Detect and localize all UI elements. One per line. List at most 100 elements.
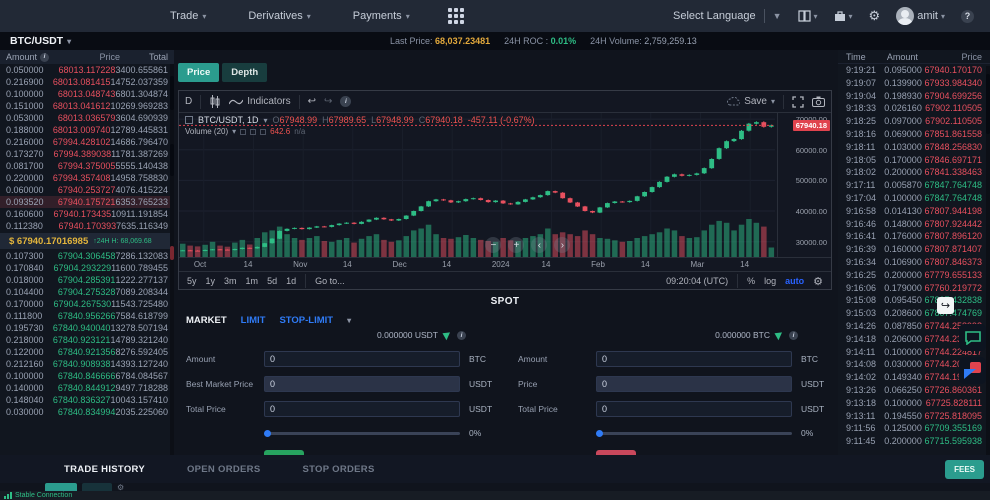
orderbook-row[interactable]: 0.11180067840.9562667584.618799 — [0, 310, 174, 322]
undo-icon[interactable]: ↩ — [308, 96, 316, 107]
support-chat-button[interactable] — [959, 324, 986, 351]
orderbook-row[interactable]: 0.05300068013.0365793604.690939 — [0, 112, 174, 124]
caret-down-icon[interactable]: ▾ — [232, 127, 236, 136]
legend-settings-icon[interactable] — [250, 129, 256, 135]
tab-stop-limit[interactable]: STOP-LIMIT — [279, 315, 333, 326]
zoom-out-button[interactable]: − — [485, 237, 501, 253]
range-1m[interactable]: 1m — [246, 276, 259, 286]
orderbook-row[interactable]: 0.03000067840.8349942035.225060 — [0, 406, 174, 418]
menu-payments[interactable]: Payments▾ — [353, 10, 410, 22]
orderbook-row[interactable]: 0.14000067840.8449129497.718288 — [0, 382, 174, 394]
chart-info-icon[interactable]: i — [340, 96, 351, 107]
legend-more-icon[interactable] — [260, 129, 266, 135]
orderbook-scrollbar[interactable] — [170, 64, 174, 455]
info-icon[interactable]: i — [457, 331, 466, 340]
trades-scrollbar[interactable] — [986, 66, 990, 455]
interval-button[interactable]: D — [185, 96, 192, 107]
user-menu[interactable]: amit ▾ — [896, 7, 945, 25]
orderbook-row[interactable]: 0.14804067840.83632710043.157410 — [0, 394, 174, 406]
range-1d[interactable]: 1d — [286, 276, 296, 286]
orderbook-row[interactable]: 0.12200067840.9213568276.592405 — [0, 346, 174, 358]
range-1y[interactable]: 1y — [206, 276, 216, 286]
tab-depth[interactable]: Depth — [222, 63, 267, 82]
wallet-menu[interactable]: ▾ — [834, 10, 853, 22]
amount-input[interactable] — [596, 351, 792, 367]
tab-market[interactable]: MARKET — [186, 315, 227, 326]
price-input[interactable] — [596, 376, 792, 392]
bottom-tab-2[interactable]: STOP ORDERS — [302, 464, 374, 475]
transfer-arrow-icon[interactable] — [442, 330, 452, 340]
total-price-input[interactable] — [596, 401, 792, 417]
tab-price[interactable]: Price — [178, 63, 219, 82]
orderbook-row[interactable]: 0.10000067840.8466666784.084567 — [0, 370, 174, 382]
bottom-tab-0[interactable]: TRADE HISTORY — [64, 464, 145, 475]
legend-eye-icon[interactable] — [240, 129, 246, 135]
orderbook-row[interactable]: 0.21600067994.42810214686.796470 — [0, 136, 174, 148]
amount-input[interactable] — [264, 351, 460, 367]
percent-slider[interactable] — [596, 432, 792, 435]
messenger-button[interactable] — [959, 357, 986, 384]
percent-scale-button[interactable]: % — [747, 276, 755, 286]
bottom-tab-1[interactable]: OPEN ORDERS — [187, 464, 261, 475]
orderbook-row[interactable]: 0.17327067994.38903811781.387269 — [0, 148, 174, 160]
fullscreen-icon[interactable] — [792, 96, 804, 108]
price-axis[interactable]: 70000.0060000.0050000.0040000.0030000.00 — [777, 113, 831, 257]
orderbook-row[interactable]: 0.11238067940.1703937635.116349 — [0, 220, 174, 232]
slider-handle[interactable] — [264, 430, 271, 437]
range-5d[interactable]: 5d — [267, 276, 277, 286]
order-type-caret-icon[interactable]: ▾ — [347, 316, 351, 325]
orderbook-row[interactable]: 0.22000067994.35740814958.758830 — [0, 172, 174, 184]
language-selector[interactable]: Select Language ▼ — [673, 9, 782, 23]
orderbook-row[interactable]: 0.15100068013.04161210269.969283 — [0, 100, 174, 112]
orderbook-row[interactable]: 0.17000067904.26753011543.725480 — [0, 298, 174, 310]
docs-menu[interactable]: ▾ — [798, 10, 818, 22]
percent-slider[interactable] — [264, 432, 460, 435]
help-icon[interactable]: ? — [961, 10, 974, 23]
orderbook-row[interactable]: 0.16060067940.17343510911.191854 — [0, 208, 174, 220]
orderbook-row[interactable]: 0.10730067904.3064587286.132083 — [0, 250, 174, 262]
zoom-in-button[interactable]: + — [508, 237, 524, 253]
redo-icon[interactable]: ↪ — [324, 96, 332, 107]
total-price-input[interactable] — [264, 401, 460, 417]
menu-derivatives[interactable]: Derivatives▾ — [248, 10, 310, 22]
indicators-button[interactable]: Indicators — [229, 96, 290, 107]
candle-style-icon[interactable] — [209, 95, 221, 108]
info-icon[interactable]: i — [40, 53, 49, 62]
orderbook-row[interactable]: 0.21216067840.90893814393.127240 — [0, 358, 174, 370]
range-3m[interactable]: 3m — [224, 276, 237, 286]
axis-settings-gear-icon[interactable]: ⚙ — [813, 275, 823, 288]
goto-button[interactable]: Go to... — [315, 276, 345, 286]
slider-handle[interactable] — [596, 430, 603, 437]
fees-button[interactable]: FEES — [945, 460, 984, 479]
orderbook-row[interactable]: 0.21690068013.08141514752.037359 — [0, 76, 174, 88]
orderbook-row[interactable]: 0.18800068013.00974012789.445831 — [0, 124, 174, 136]
orderbook-row[interactable]: 0.01800067904.2853911222.277137 — [0, 274, 174, 286]
orderbook-row[interactable]: 0.19573067840.94004013278.507194 — [0, 322, 174, 334]
apps-grid-icon[interactable] — [448, 8, 464, 24]
language-caret-icon[interactable]: ▼ — [773, 11, 782, 21]
pair-selector[interactable]: BTC/USDT ▾ — [10, 35, 71, 47]
auto-scale-button[interactable]: auto — [785, 276, 804, 286]
legend-toggle-icon[interactable] — [185, 116, 193, 124]
clock[interactable]: 09:20:04 (UTC) — [666, 276, 728, 286]
orderbook-row[interactable]: 0.17084067904.29322911600.789455 — [0, 262, 174, 274]
info-icon[interactable]: i — [789, 331, 798, 340]
orderbook-row[interactable]: 0.06000067940.2537274076.415224 — [0, 184, 174, 196]
settings-gear-icon[interactable]: ⚙ — [869, 8, 881, 24]
tab-limit[interactable]: LIMIT — [241, 315, 266, 326]
chart-plot[interactable]: 70000.0060000.0050000.0040000.0030000.00… — [179, 113, 831, 257]
orderbook-row[interactable]: 0.10440067904.2753287089.208344 — [0, 286, 174, 298]
orderbook-row[interactable]: 0.10000068013.0487436801.304874 — [0, 88, 174, 100]
share-button[interactable]: ↪ — [937, 297, 954, 314]
save-button[interactable]: Save ▾ — [727, 96, 775, 107]
orderbook-row[interactable]: 0.09352067940.1757216353.765233 — [0, 196, 174, 208]
menu-trade[interactable]: Trade▾ — [170, 10, 206, 22]
best-market-price-input[interactable] — [264, 376, 460, 392]
log-scale-button[interactable]: log — [764, 276, 776, 286]
transfer-arrow-icon[interactable] — [774, 330, 784, 340]
time-axis[interactable]: Oct14Nov14Dec14202414Feb14Mar14 — [179, 257, 831, 271]
range-5y[interactable]: 5y — [187, 276, 197, 286]
orderbook-row[interactable]: 0.05000068013.1172283400.655861 — [0, 64, 174, 76]
caret-down-icon[interactable]: ▾ — [264, 116, 268, 125]
camera-icon[interactable] — [812, 96, 825, 107]
